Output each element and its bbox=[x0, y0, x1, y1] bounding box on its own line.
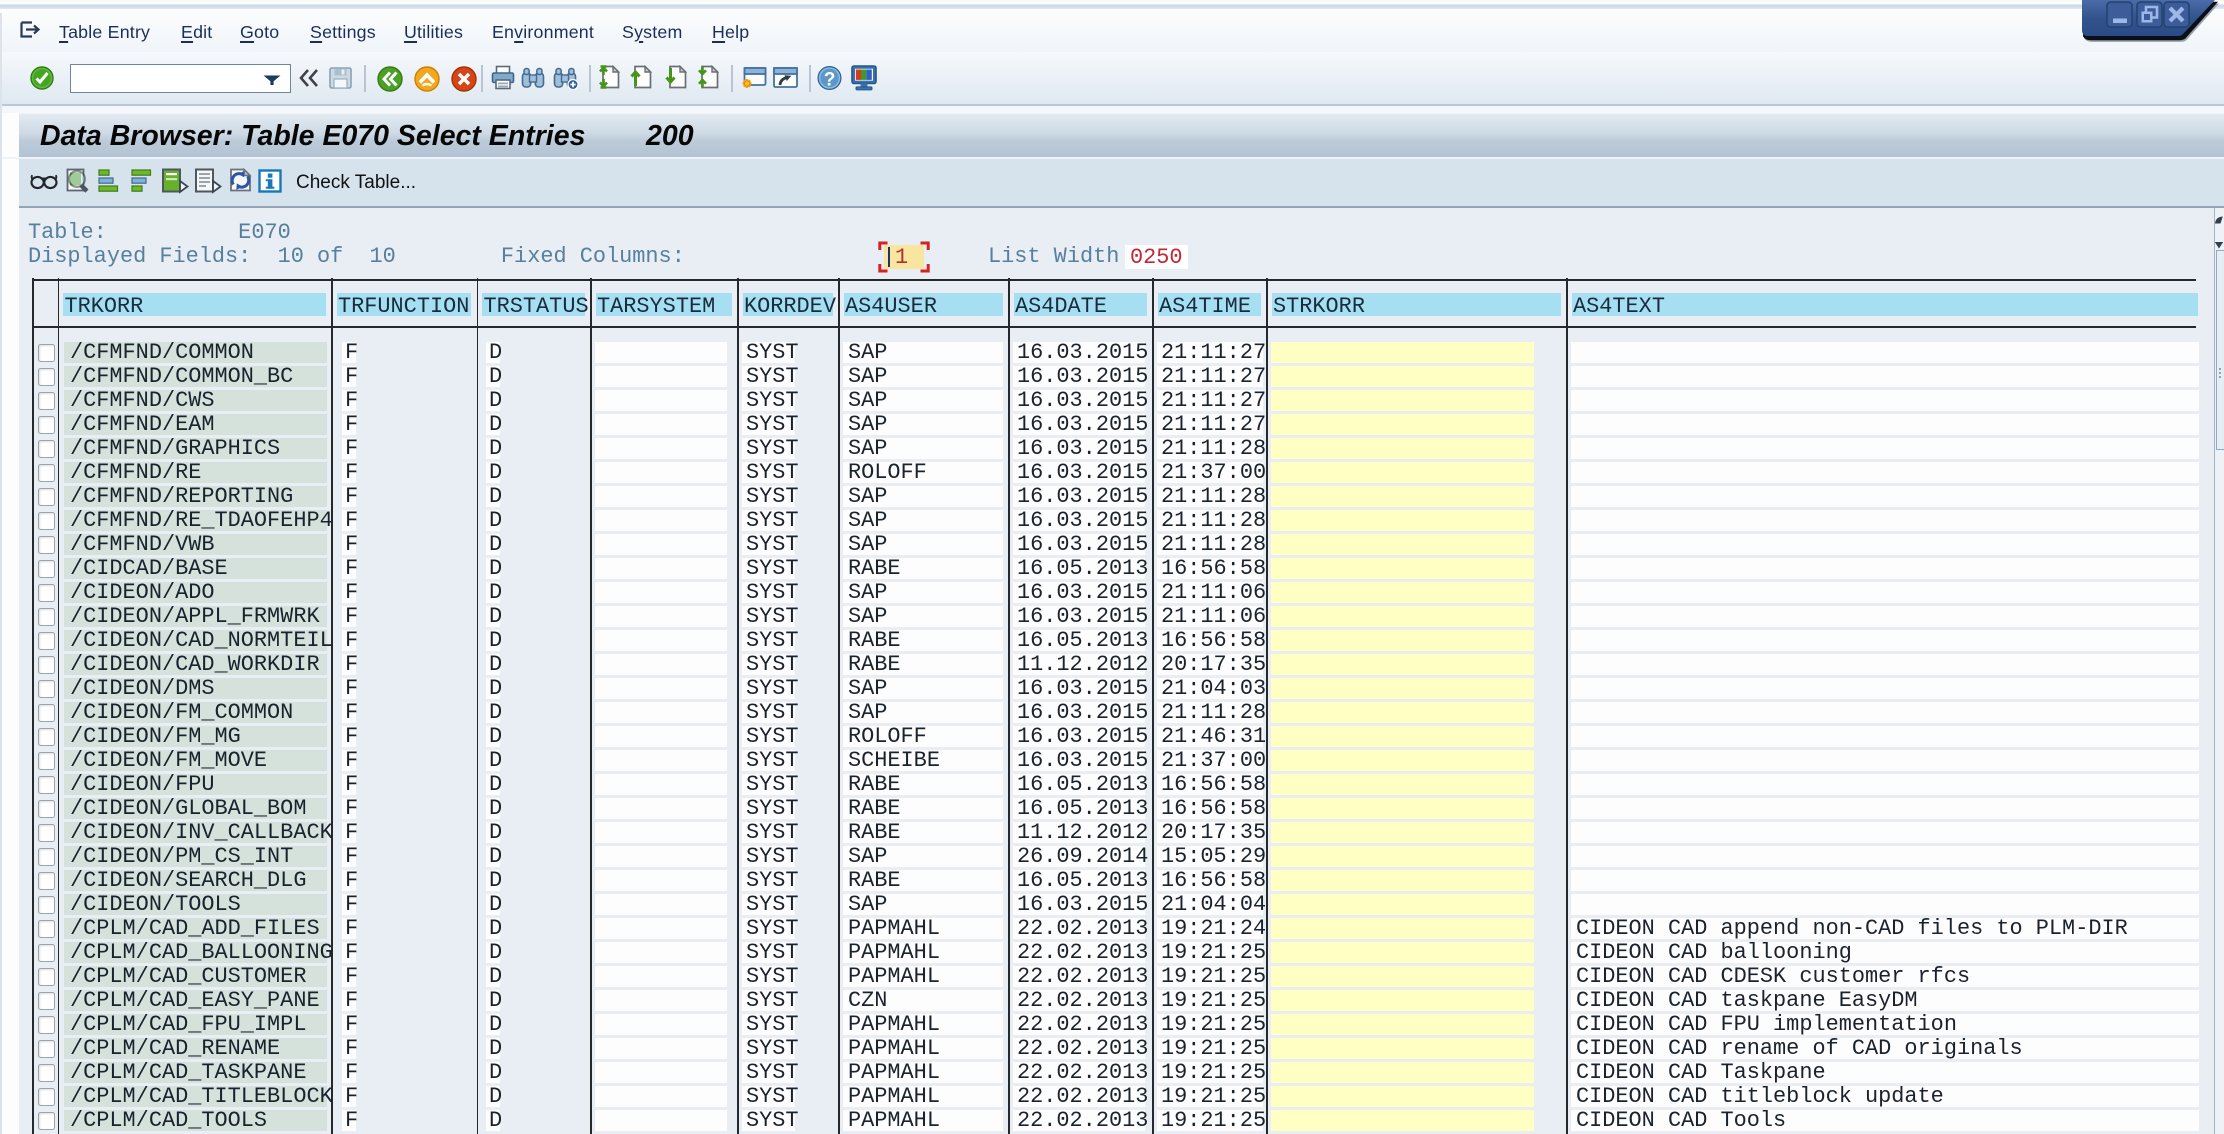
svg-text:?: ? bbox=[824, 70, 836, 91]
